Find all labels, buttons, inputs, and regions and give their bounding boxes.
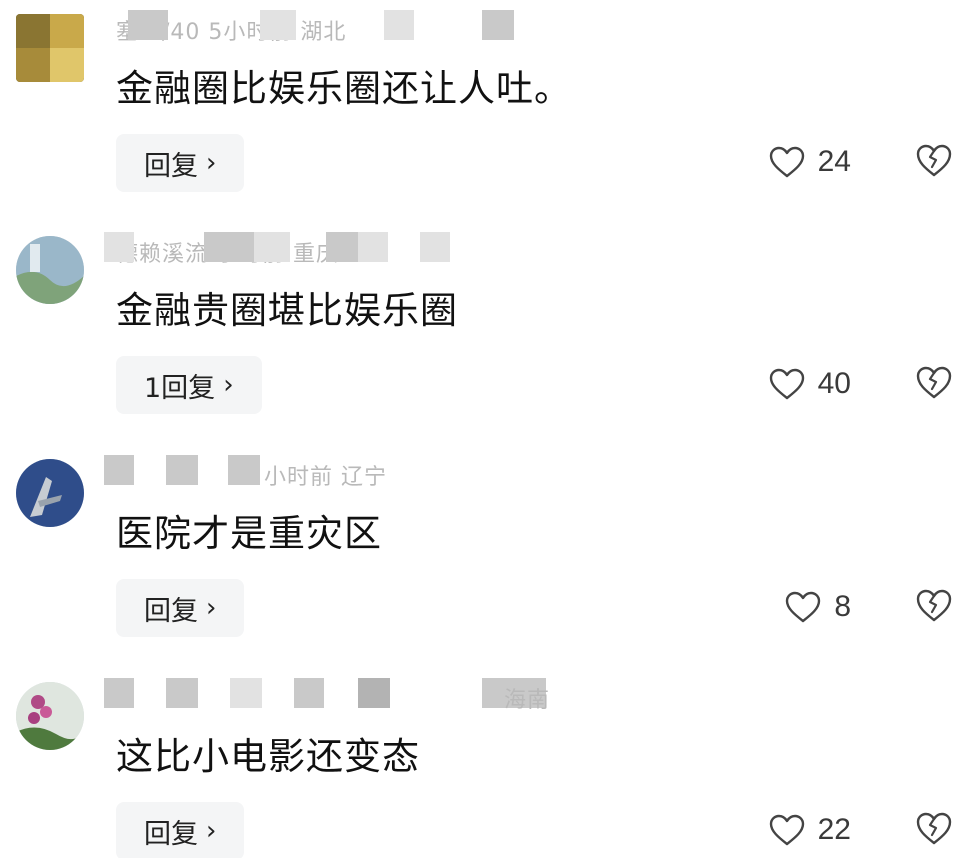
avatar[interactable]: [16, 682, 84, 750]
comment-meta: 德赖溪流 小时前 重庆: [104, 230, 624, 267]
avatar-image: [16, 682, 84, 750]
comment-item: 海南 这比小电影还变态 回复 › 22: [0, 676, 969, 858]
like-count: 24: [817, 145, 851, 178]
comment-list: 塞 3/40 5小时前 湖北 金融圈比娱乐圈还让人吐。 回复 › 24 德赖溪流…: [0, 0, 969, 858]
chevron-right-icon: ›: [206, 593, 217, 623]
dislike-button[interactable]: [915, 587, 953, 625]
reply-label: 回复: [144, 595, 198, 627]
privacy-mosaic: [358, 678, 390, 708]
comment-text: 金融贵圈堪比娱乐圈: [116, 289, 458, 332]
heart-outline-icon: [786, 591, 821, 623]
reply-label: 1回复: [144, 372, 216, 404]
like-count: 22: [817, 813, 851, 846]
dislike-button[interactable]: [915, 364, 953, 402]
privacy-mosaic: [166, 455, 198, 485]
privacy-mosaic: [104, 678, 134, 708]
broken-heart-icon: [916, 144, 952, 177]
like-button[interactable]: 8: [784, 587, 851, 627]
like-count: 40: [817, 367, 851, 400]
like-button[interactable]: 22: [768, 810, 851, 850]
like-button[interactable]: 40: [768, 364, 851, 404]
comment-item: 德赖溪流 小时前 重庆 金融贵圈堪比娱乐圈 1回复 › 40: [0, 230, 969, 440]
privacy-mosaic: [482, 10, 514, 40]
comment-text: 医院才是重灾区: [116, 512, 382, 555]
reply-button[interactable]: 1回复 ›: [116, 356, 262, 414]
privacy-mosaic: [128, 10, 168, 40]
reply-button[interactable]: 回复 ›: [116, 802, 245, 858]
avatar[interactable]: [16, 14, 84, 82]
comment-meta: 塞 3/40 5小时前 湖北: [104, 8, 624, 45]
comment-text: 金融圈比娱乐圈还让人吐。: [116, 67, 572, 110]
privacy-mosaic: [384, 10, 414, 40]
dislike-button[interactable]: [915, 810, 953, 848]
comment-meta: 海南: [104, 676, 624, 713]
avatar[interactable]: [16, 459, 84, 527]
avatar-image: [16, 459, 84, 527]
privacy-mosaic: [254, 232, 290, 262]
chevron-right-icon: ›: [223, 370, 234, 400]
broken-heart-icon: [916, 589, 952, 622]
like-count: 8: [834, 590, 851, 623]
privacy-mosaic: [260, 10, 296, 40]
privacy-mosaic: [420, 232, 450, 262]
privacy-mosaic: [104, 232, 134, 262]
heart-outline-icon: [769, 368, 804, 400]
comment-meta: 小时前 辽宁: [104, 453, 624, 490]
heart-outline-icon: [769, 814, 804, 846]
dislike-button[interactable]: [915, 142, 953, 180]
reply-label: 回复: [144, 818, 198, 850]
avatar-image: [16, 14, 84, 82]
comment-text: 这比小电影还变态: [116, 735, 420, 778]
reply-button[interactable]: 回复 ›: [116, 134, 245, 192]
avatar[interactable]: [16, 236, 84, 304]
privacy-mosaic: [204, 232, 254, 262]
privacy-mosaic: [166, 678, 198, 708]
avatar-image: [16, 236, 84, 304]
broken-heart-icon: [916, 812, 952, 845]
heart-outline-icon: [769, 146, 804, 178]
comment-meta-text: 小时前 辽宁: [264, 465, 387, 490]
chevron-right-icon: ›: [206, 816, 217, 846]
comment-meta-text: 海南: [504, 688, 551, 713]
privacy-mosaic: [358, 232, 388, 262]
reply-button[interactable]: 回复 ›: [116, 579, 245, 637]
privacy-mosaic: [230, 678, 262, 708]
privacy-mosaic: [294, 678, 324, 708]
reply-label: 回复: [144, 150, 198, 182]
like-button[interactable]: 24: [768, 142, 851, 182]
comment-item: 小时前 辽宁 医院才是重灾区 回复 › 8: [0, 453, 969, 663]
chevron-right-icon: ›: [206, 148, 217, 178]
privacy-mosaic: [326, 232, 358, 262]
privacy-mosaic: [228, 455, 260, 485]
comment-item: 塞 3/40 5小时前 湖北 金融圈比娱乐圈还让人吐。 回复 › 24: [0, 8, 969, 218]
broken-heart-icon: [916, 366, 952, 399]
privacy-mosaic: [104, 455, 134, 485]
